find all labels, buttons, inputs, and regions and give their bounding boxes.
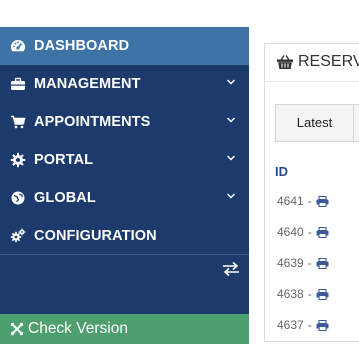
sidebar-item-portal[interactable]: PORTAL: [0, 141, 249, 179]
sidebar-item-configuration[interactable]: CONFIGURATION: [0, 217, 249, 255]
chevron-down-icon: [227, 117, 235, 123]
reservation-id[interactable]: 4638: [277, 287, 304, 301]
joomla-icon: [10, 322, 24, 336]
tab-latest[interactable]: Latest: [276, 105, 354, 141]
briefcase-icon: [11, 77, 25, 90]
table-row[interactable]: 4638 -: [277, 286, 329, 302]
row-separator: -: [307, 194, 312, 208]
reservation-id[interactable]: 4637: [277, 318, 304, 332]
reservation-id[interactable]: 4640: [277, 225, 304, 239]
printer-icon[interactable]: [316, 226, 329, 238]
table-row[interactable]: 4641 -: [277, 193, 329, 209]
sidebar-item-label: CONFIGURATION: [34, 228, 157, 244]
sidebar-item-appointments[interactable]: APPOINTMENTS: [0, 103, 249, 141]
check-version-label: Check Version: [28, 320, 128, 337]
exchange-arrows-icon[interactable]: [221, 261, 241, 277]
sidebar: DASHBOARD MANAGEMENT APPOINTMENTS PORTAL…: [0, 27, 249, 344]
printer-icon[interactable]: [316, 195, 329, 207]
basket-icon: [277, 55, 293, 69]
reservation-id[interactable]: 4641: [277, 194, 304, 208]
panel-header: RESERVA: [265, 44, 359, 82]
sidebar-item-label: PORTAL: [34, 152, 94, 168]
chevron-down-icon: [227, 193, 235, 199]
printer-icon[interactable]: [316, 319, 329, 331]
panel-tabs: Latest: [275, 104, 359, 142]
sidebar-item-label: APPOINTMENTS: [34, 114, 151, 130]
globe-icon: [11, 191, 25, 205]
chevron-down-icon: [227, 79, 235, 85]
cart-icon: [11, 115, 26, 129]
row-separator: -: [307, 318, 312, 332]
sidebar-item-label: GLOBAL: [34, 190, 96, 206]
check-version-button[interactable]: Check Version: [0, 314, 249, 344]
table-row[interactable]: 4640 -: [277, 224, 329, 240]
gear-icon: [10, 152, 26, 168]
printer-icon[interactable]: [316, 288, 329, 300]
sidebar-item-label: DASHBOARD: [34, 38, 130, 54]
cogs-icon: [10, 228, 26, 243]
table-row[interactable]: 4637 -: [277, 317, 329, 333]
row-separator: -: [307, 225, 312, 239]
row-separator: -: [307, 256, 312, 270]
sidebar-item-label: MANAGEMENT: [34, 76, 141, 92]
reservation-id[interactable]: 4639: [277, 256, 304, 270]
sidebar-divider: [0, 254, 249, 255]
printer-icon[interactable]: [316, 257, 329, 269]
panel-title: RESERVA: [298, 53, 359, 70]
table-header-id[interactable]: ID: [275, 164, 288, 179]
sidebar-item-dashboard[interactable]: DASHBOARD: [0, 27, 249, 65]
sidebar-item-management[interactable]: MANAGEMENT: [0, 65, 249, 103]
dashboard-gauge-icon: [11, 40, 25, 52]
chevron-down-icon: [227, 155, 235, 161]
row-separator: -: [307, 287, 312, 301]
sidebar-item-global[interactable]: GLOBAL: [0, 179, 249, 217]
table-row[interactable]: 4639 -: [277, 255, 329, 271]
